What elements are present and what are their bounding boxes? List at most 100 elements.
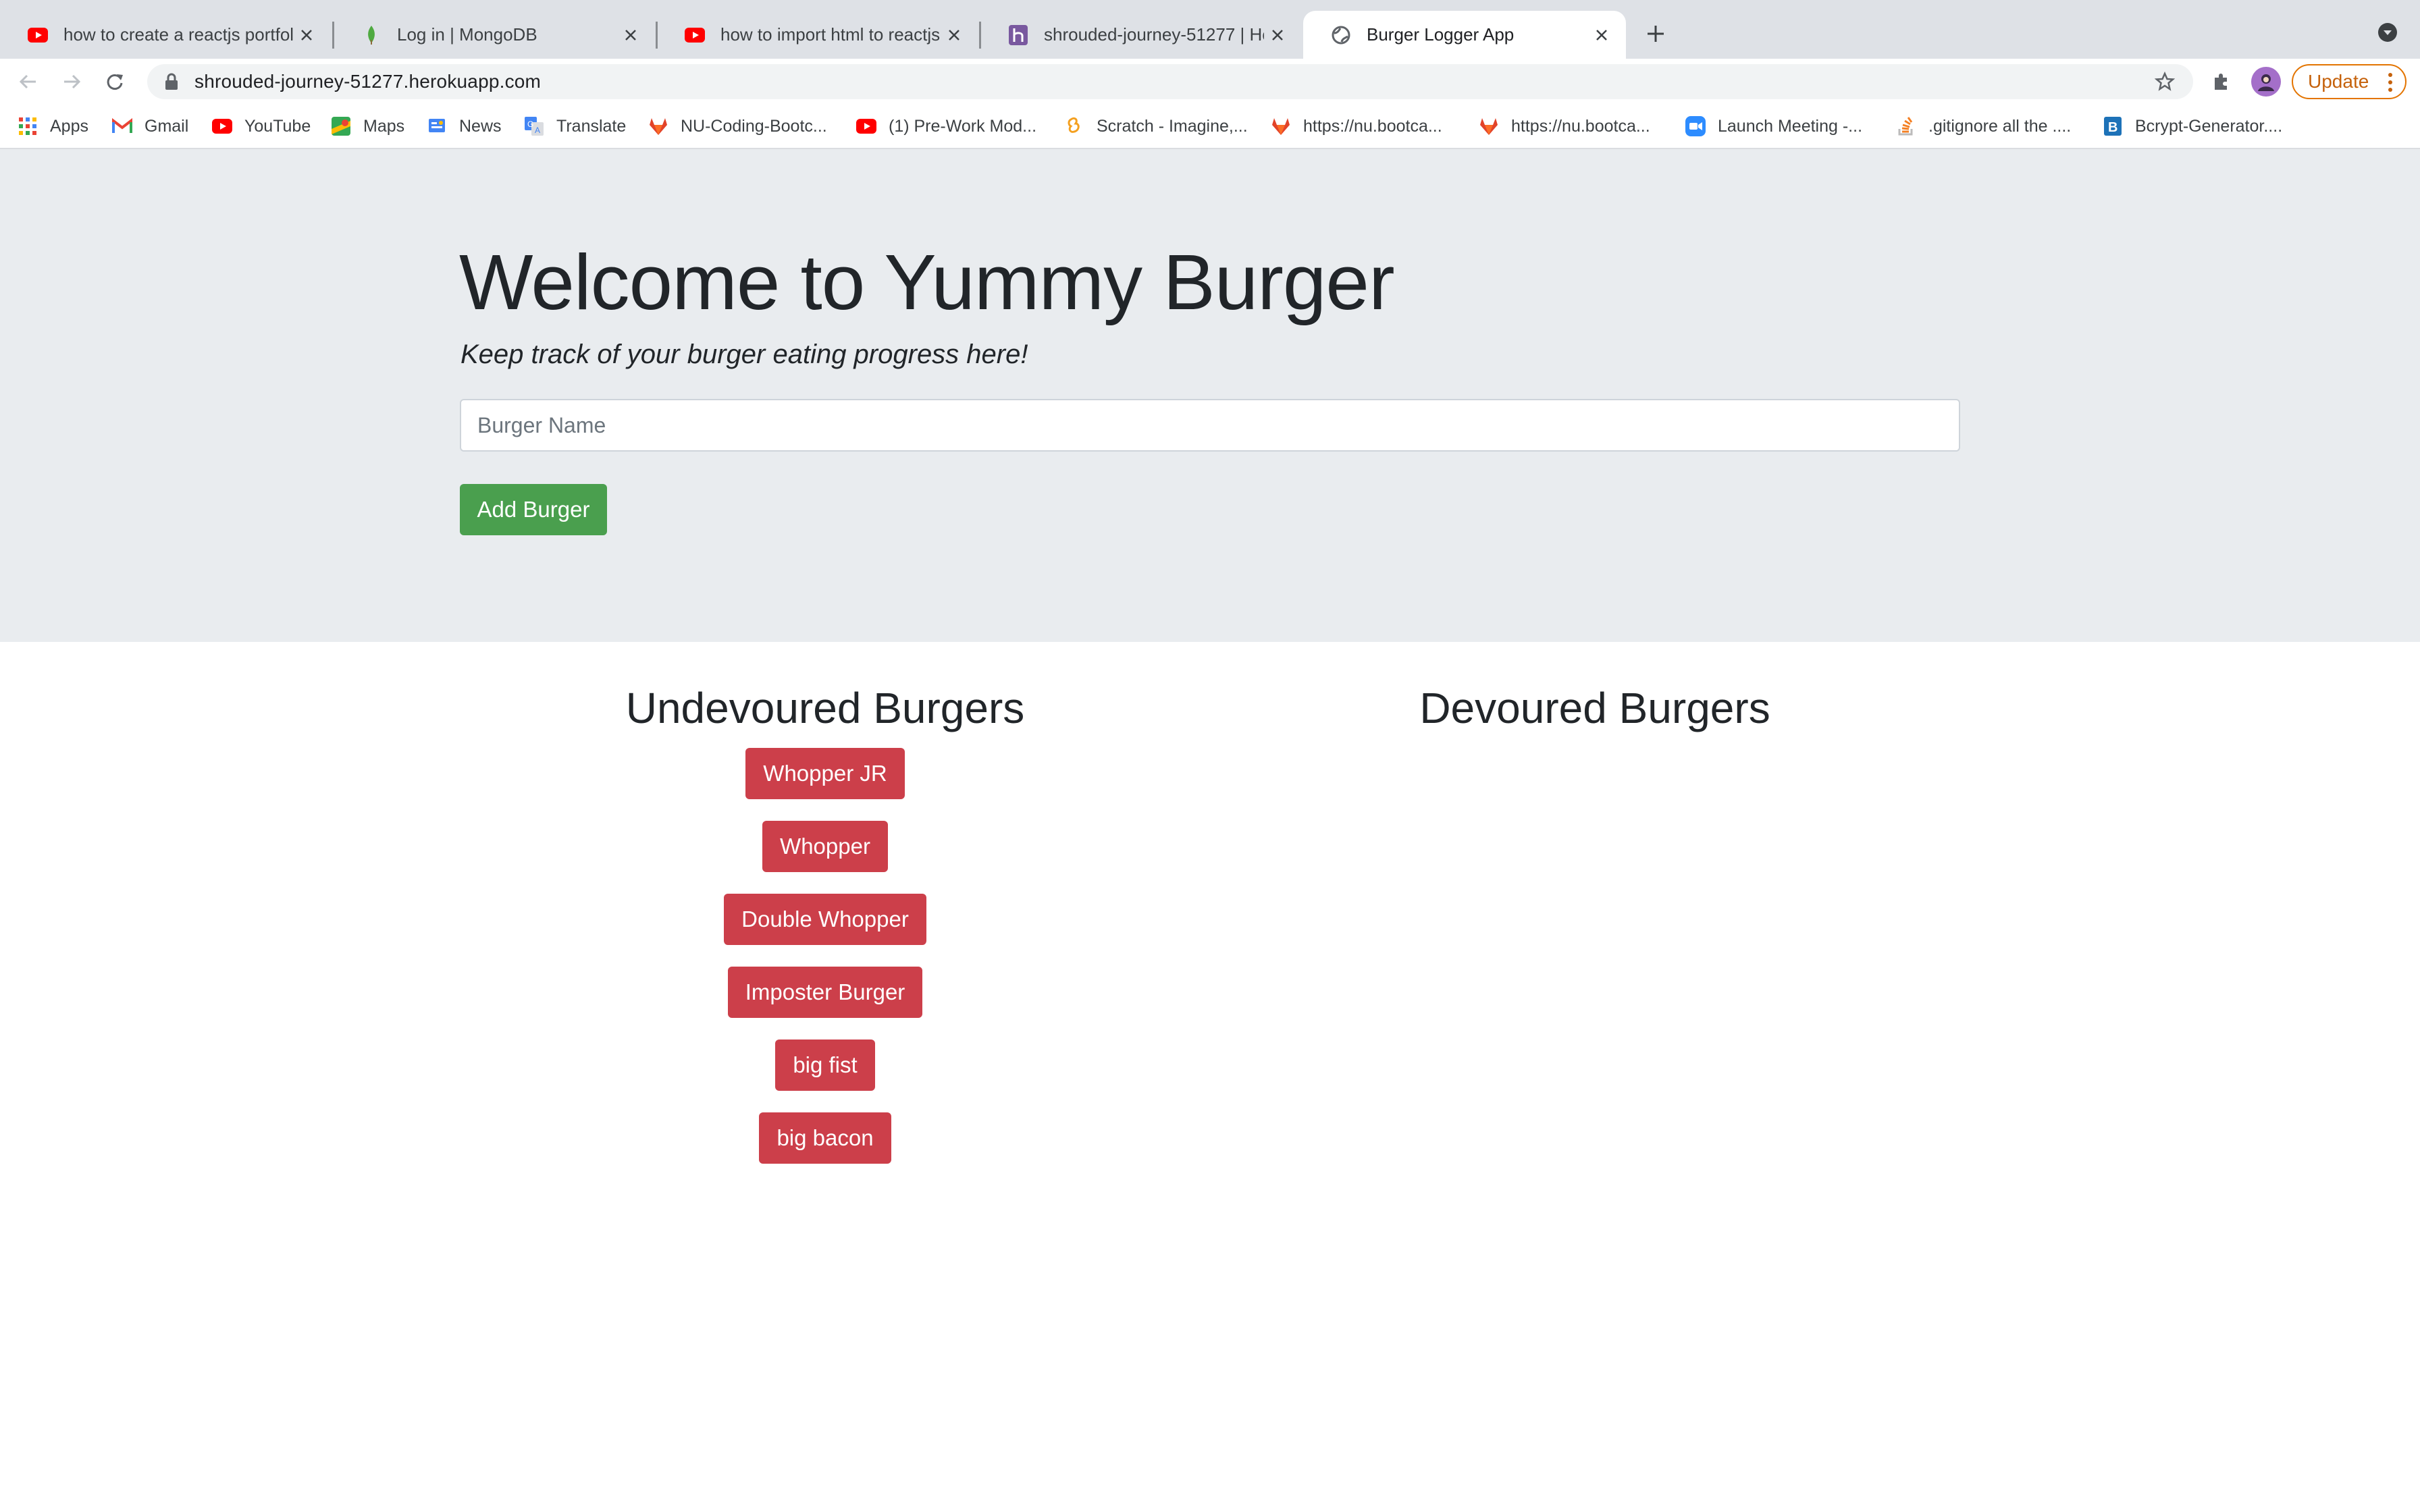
close-icon[interactable] (617, 22, 644, 49)
update-button[interactable]: Update (2292, 64, 2406, 99)
bookmark-label: News (459, 116, 502, 136)
bookmark-nu-bootcamp-1[interactable]: https://nu.bootca... (1271, 113, 1442, 140)
bookmark-label: (1) Pre-Work Mod... (889, 116, 1037, 136)
tab-title: how to import html to reactjs - (720, 24, 941, 45)
bookmark-maps[interactable]: Maps (331, 113, 404, 140)
bookmarks-bar: Apps Gmail YouTube Maps News GA Translat… (0, 103, 2420, 149)
heroku-icon (1007, 24, 1029, 46)
devoured-column: Devoured Burgers (1257, 682, 1932, 734)
tab-burger-logger[interactable]: Burger Logger App (1303, 11, 1626, 59)
bookmark-youtube[interactable]: YouTube (212, 113, 311, 140)
burger-button[interactable]: Imposter Burger (727, 967, 923, 1018)
burger-button[interactable]: Whopper (762, 821, 888, 872)
tab-title: Burger Logger App (1367, 24, 1515, 45)
bookmark-label: NU-Coding-Bootc... (681, 116, 827, 136)
tab-title: Log in | MongoDB (397, 24, 537, 45)
translate-icon: GA (524, 116, 544, 136)
tab-title: how to create a reactjs portfolio (63, 24, 293, 45)
tab-reactjs-portfolio[interactable]: how to create a reactjs portfolio (0, 11, 331, 59)
avatar-icon (2258, 74, 2274, 91)
new-tab-button[interactable] (1637, 18, 1675, 50)
bookmark-label: https://nu.bootca... (1511, 116, 1650, 136)
close-icon[interactable] (1588, 22, 1615, 49)
tab-strip: how to create a reactjs portfolio Log in… (0, 0, 2420, 59)
page-viewport: Welcome to Yummy Burger Keep track of yo… (0, 149, 2420, 1512)
close-icon[interactable] (293, 22, 320, 49)
burger-button[interactable]: big bacon (759, 1112, 891, 1164)
burger-button[interactable]: big fist (775, 1040, 875, 1091)
zoom-icon (1685, 116, 1706, 136)
bookmark-bcrypt[interactable]: B Bcrypt-Generator.... (2103, 113, 2282, 140)
globe-icon (1330, 24, 1352, 46)
youtube-icon (684, 24, 706, 46)
bookmark-pre-work[interactable]: (1) Pre-Work Mod... (856, 113, 1036, 140)
apps-grid-icon (18, 116, 38, 136)
burger-name-input[interactable] (460, 399, 1960, 452)
gmail-icon (112, 116, 132, 136)
update-label: Update (2308, 71, 2369, 92)
back-button[interactable] (14, 67, 43, 97)
news-icon (427, 116, 447, 136)
tab-title: shrouded-journey-51277 | Heroku (1044, 24, 1264, 45)
svg-text:B: B (2108, 120, 2118, 135)
jumbotron: Welcome to Yummy Burger Keep track of yo… (0, 149, 2420, 642)
bookmark-gitignore[interactable]: .gitignore all the .... (1896, 113, 2071, 140)
bcrypt-icon: B (2103, 116, 2123, 136)
devoured-heading: Devoured Burgers (1419, 684, 1770, 732)
bookmark-gmail[interactable]: Gmail (112, 113, 188, 140)
bookmark-news[interactable]: News (427, 113, 502, 140)
tab-search-button[interactable] (2374, 19, 2401, 46)
add-burger-button[interactable]: Add Burger (460, 484, 607, 535)
bookmark-label: Scratch - Imagine,... (1097, 116, 1248, 136)
tab-heroku[interactable]: shrouded-journey-51277 | Heroku (980, 11, 1302, 59)
page-title: Welcome to Yummy Burger (459, 238, 1395, 326)
gitlab-icon (1479, 116, 1499, 136)
bookmark-label: Bcrypt-Generator.... (2135, 116, 2283, 136)
undevoured-heading: Undevoured Burgers (625, 684, 1025, 732)
reload-icon (107, 74, 123, 90)
lock-icon[interactable] (158, 68, 185, 95)
youtube-icon (856, 116, 876, 136)
bookmark-nu-coding-bootcamp[interactable]: NU-Coding-Bootc... (648, 113, 827, 140)
gitlab-icon (1271, 116, 1291, 136)
bookmark-label: YouTube (244, 116, 311, 136)
svg-text:A: A (535, 126, 540, 135)
forward-button[interactable] (57, 67, 86, 97)
more-vertical-icon[interactable] (2384, 71, 2397, 94)
profile-avatar[interactable] (2251, 67, 2281, 97)
burger-button[interactable]: Double Whopper (724, 894, 926, 945)
svg-text:G: G (527, 119, 533, 129)
tab-mongodb[interactable]: Log in | MongoDB (334, 11, 655, 59)
extensions-button[interactable] (2208, 68, 2235, 95)
bookmark-label: Translate (556, 116, 627, 136)
tab-import-html[interactable]: how to import html to reactjs - (657, 11, 978, 59)
stackoverflow-icon (1896, 116, 1916, 136)
address-bar[interactable]: shrouded-journey-51277.herokuapp.com (147, 64, 2193, 99)
close-icon[interactable] (941, 22, 968, 49)
bookmark-label: Maps (363, 116, 405, 136)
bookmark-label: Launch Meeting -... (1718, 116, 1863, 136)
plus-icon (1648, 26, 1664, 42)
mongodb-leaf-icon (361, 24, 382, 46)
bookmark-apps[interactable]: Apps (18, 113, 88, 140)
reload-button[interactable] (100, 67, 130, 97)
bookmark-label: Apps (50, 116, 88, 136)
page-subtitle: Keep track of your burger eating progres… (461, 340, 1028, 369)
undevoured-column: Undevoured Burgers (488, 682, 1163, 734)
burger-button[interactable]: Whopper JR (745, 748, 905, 799)
bookmark-launch-meeting[interactable]: Launch Meeting -... (1685, 113, 1862, 140)
scratch-icon (1064, 116, 1084, 136)
close-icon[interactable] (1264, 22, 1291, 49)
bookmark-translate[interactable]: GA Translate (524, 113, 626, 140)
bookmark-scratch[interactable]: Scratch - Imagine,... (1064, 113, 1248, 140)
bookmark-star-icon[interactable] (2151, 68, 2178, 95)
youtube-icon (27, 24, 49, 46)
chevron-down-circle-icon (2378, 23, 2397, 42)
bookmark-nu-bootcamp-2[interactable]: https://nu.bootca... (1479, 113, 1650, 140)
maps-icon (331, 116, 351, 136)
url-text[interactable]: shrouded-journey-51277.herokuapp.com (194, 71, 541, 92)
bookmark-label: https://nu.bootca... (1303, 116, 1442, 136)
browser-toolbar: shrouded-journey-51277.herokuapp.com Upd… (0, 59, 2420, 103)
gitlab-icon (648, 116, 668, 136)
arrow-right-icon (64, 74, 81, 89)
